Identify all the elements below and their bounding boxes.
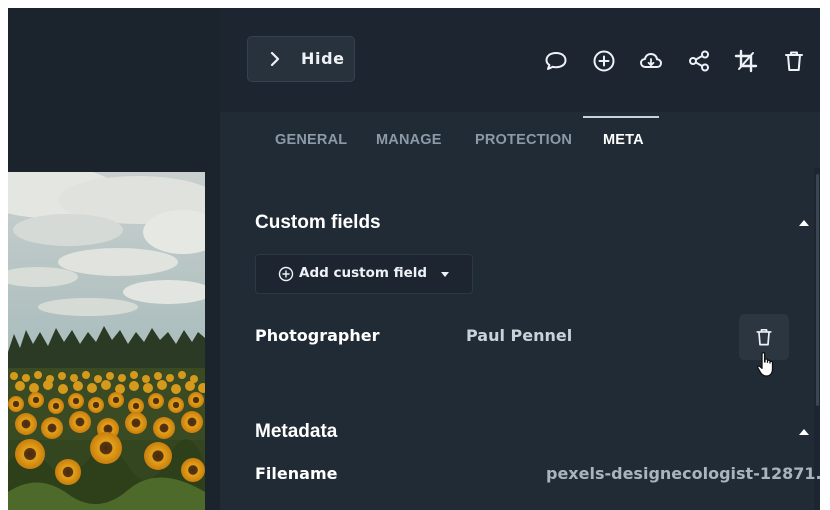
details-panel: Hide GENERAL MANAGE PROTECTION META Cust… — [220, 8, 820, 510]
add-custom-field-label: Add custom field — [299, 265, 428, 281]
crop-icon — [734, 49, 758, 73]
trash-icon — [756, 328, 772, 346]
collapse-custom-fields-toggle[interactable] — [799, 220, 809, 226]
custom-field-value[interactable]: Paul Pennel — [466, 326, 572, 345]
hide-panel-button[interactable]: Hide — [247, 36, 355, 82]
add-custom-field-button[interactable]: Add custom field — [255, 254, 473, 294]
metadata-title: Metadata — [255, 421, 338, 442]
share-icon — [689, 50, 709, 72]
chevron-right-icon — [270, 52, 280, 66]
add-button[interactable] — [591, 48, 617, 74]
share-button[interactable] — [686, 48, 712, 74]
trash-icon — [785, 51, 803, 71]
comment-icon — [545, 52, 567, 70]
delete-button[interactable] — [781, 48, 807, 74]
tab-bar: GENERAL MANAGE PROTECTION META — [220, 112, 820, 168]
comment-button[interactable] — [543, 48, 569, 74]
add-circle-icon — [593, 50, 615, 72]
metadata-label: Filename — [255, 464, 338, 483]
active-tab-indicator — [583, 116, 659, 118]
scrollbar-thumb[interactable] — [816, 174, 819, 406]
metadata-value: pexels-designecologist-12871... — [546, 464, 820, 483]
cloud-download-icon — [640, 53, 662, 68]
tab-protection[interactable]: PROTECTION — [475, 112, 572, 168]
panel-header: Hide — [220, 8, 820, 112]
add-circle-icon — [278, 266, 294, 282]
dropdown-caret-icon — [441, 272, 449, 277]
custom-field-label: Photographer — [255, 326, 380, 345]
crop-button[interactable] — [733, 48, 759, 74]
hand-pointer-cursor-icon — [757, 352, 774, 377]
tab-manage[interactable]: MANAGE — [376, 112, 442, 168]
collapse-metadata-toggle[interactable] — [799, 429, 809, 435]
image-preview-pane — [8, 8, 220, 510]
hide-label: Hide — [301, 49, 345, 68]
sunflower-photo — [8, 172, 205, 510]
download-button[interactable] — [638, 48, 664, 74]
custom-fields-title: Custom fields — [255, 212, 381, 233]
app-window: Hide GENERAL MANAGE PROTECTION META Cust… — [8, 8, 820, 510]
tab-meta[interactable]: META — [603, 112, 644, 168]
tab-general[interactable]: GENERAL — [275, 112, 347, 168]
